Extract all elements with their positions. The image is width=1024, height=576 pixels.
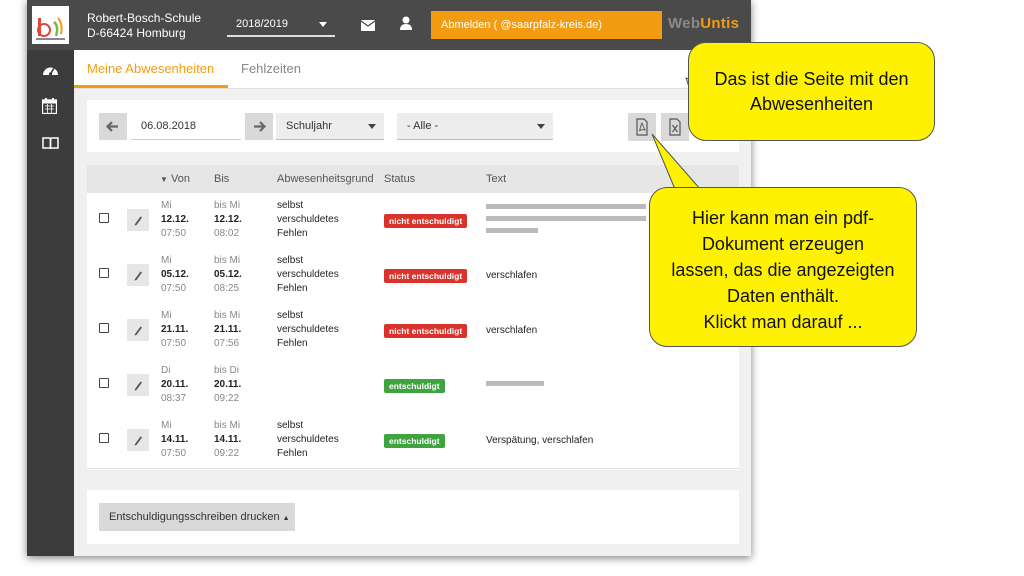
callout-page-info: Das ist die Seite mit den Abwesenheiten [688,42,935,141]
callout-line: Dokument erzeugen [701,234,865,254]
callout-pdf-info: Hier kann man ein pdf- Dokument erzeugen… [649,187,917,347]
callout-line: lassen, das die angezeigten [671,260,895,280]
callout-line: Das ist die Seite mit den [714,69,909,89]
callout-line: Abwesenheiten [749,94,874,114]
callout-line: Klickt man darauf ... [703,312,863,332]
callout-line: Daten enthält. [726,286,840,306]
callout-line: Hier kann man ein pdf- [691,208,875,228]
